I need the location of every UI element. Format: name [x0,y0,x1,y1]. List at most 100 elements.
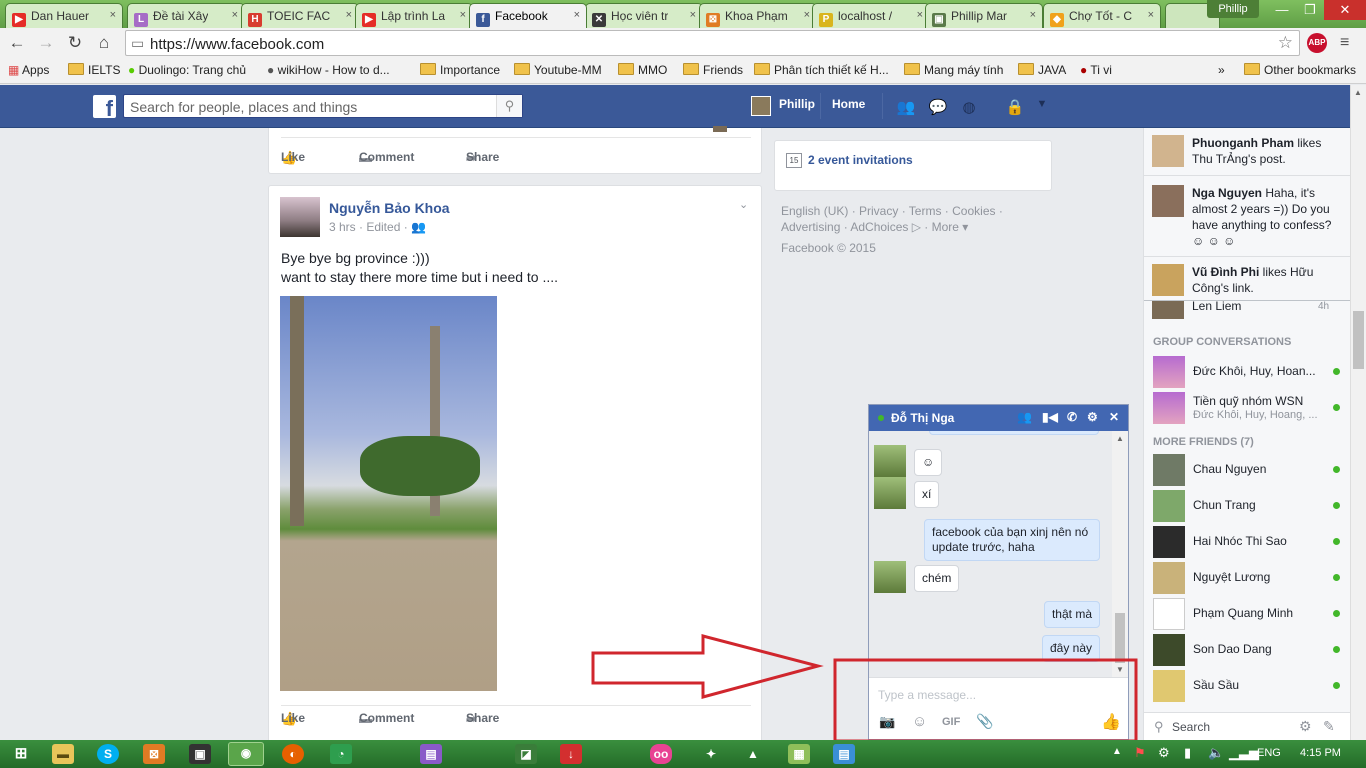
profile-button[interactable]: Phillip [1207,0,1259,18]
post-timestamp[interactable]: 3 hrs · Edited · [329,220,408,234]
phone-icon[interactable]: ✆ [1067,410,1077,424]
privacy-lock-icon[interactable]: 🔒 [1005,98,1025,116]
event-invitations-link[interactable]: 2 event invitations [808,153,913,167]
user-avatar[interactable] [751,96,771,116]
notepad-icon[interactable]: ▤ [833,744,855,764]
camera-icon[interactable]: 📷 [879,714,895,730]
tab-item[interactable]: L Đề tài Xây × [127,3,245,28]
messages-icon[interactable]: 💬 [928,98,948,116]
adblock-plus-icon[interactable]: ABP [1307,33,1327,53]
tab-item[interactable]: ▶ Lập trình La × [355,3,473,28]
tab-item[interactable]: Plocalhost / × [812,3,930,28]
clock[interactable]: 4:15 PM [1300,747,1341,759]
show-hidden-icons[interactable]: ▲ [1112,746,1122,757]
like-thumbs-up-icon[interactable]: 👍 [1101,712,1121,732]
bookmarks-overflow-icon[interactable]: » [1218,63,1225,77]
other-bookmarks-folder[interactable]: Other bookmarks [1244,63,1356,77]
close-window-icon[interactable]: ✕ [1324,0,1366,20]
group-item[interactable]: Đức Khôi, Huy, Hoan... [1153,356,1343,388]
search-icon[interactable]: ⚲ [496,95,522,117]
group-item[interactable]: Tiền quỹ nhóm WSN Đức Khôi, Huy, Hoang, … [1153,392,1343,424]
attachment-icon[interactable]: 📎 [976,713,993,730]
post-options-chevron-down-icon[interactable]: ⌄ [739,198,748,211]
ticker-item[interactable]: Vũ Đình Phi likes Hữu Công's link. [1152,264,1344,300]
bookmark-item[interactable]: IELTS [68,63,120,77]
bookmark-item[interactable]: Phân tích thiết kế H... [754,63,889,77]
xampp-icon[interactable]: ⊠ [143,744,165,764]
friend-item[interactable]: Chun Trang [1153,490,1343,522]
file-explorer-icon[interactable]: ▬ [52,744,74,764]
home-icon[interactable]: ⌂ [93,33,115,53]
signal-icon[interactable]: ▁▃▅ [1229,745,1259,761]
tab-close-icon[interactable]: × [690,9,696,21]
scroll-thumb[interactable] [1115,613,1125,663]
skype-icon[interactable]: S [97,744,119,764]
facebook-search-input[interactable]: Search for people, places and things ⚲ [123,94,523,118]
bookmark-item[interactable]: ● Duolingo: Trang chủ [128,63,246,77]
tab-close-icon[interactable]: × [1030,9,1036,21]
friend-item[interactable]: Nguyệt Lương [1153,562,1343,594]
friend-item[interactable]: Sầu Sầu [1153,670,1343,702]
compose-icon[interactable]: ✎ [1323,718,1335,735]
tab-close-icon[interactable]: × [232,9,238,21]
bookmark-item[interactable]: ▦ Apps [8,63,49,77]
app-icon[interactable]: ▤ [420,744,442,764]
address-bar[interactable]: ▭ https://www.facebook.com ☆ [125,30,1300,56]
bookmark-item[interactable]: MMO [618,63,667,77]
footer-links[interactable]: English (UK) · Privacy · Terms · Cookies… [781,204,1003,218]
footer-links[interactable]: Advertising · AdChoices ▷ · More ▾ [781,220,968,234]
message-input[interactable]: Type a message... [878,688,976,702]
audience-friends-icon[interactable]: 👥 [411,220,426,234]
app-icon[interactable]: ◔ [330,744,352,764]
app-icon[interactable]: oo [650,744,672,764]
forward-icon[interactable]: → [35,33,57,53]
scroll-up-icon[interactable]: ▲ [1116,434,1124,443]
battery-icon[interactable]: ▮ [1184,745,1191,761]
post-author[interactable]: Nguyễn Bảo Khoa [329,200,450,216]
gear-icon[interactable]: ⚙ [1087,410,1098,424]
tab-item[interactable]: ✕ Học viên tr × [585,3,703,28]
scroll-down-icon[interactable]: ▼ [1116,665,1124,674]
gif-button[interactable]: GIF [942,716,960,728]
close-icon[interactable]: ✕ [1109,410,1119,424]
bookmark-item[interactable]: JAVA [1018,63,1066,77]
ticker-item[interactable]: Nga Nguyen Haha, it's almost 2 years =))… [1152,185,1344,255]
facebook-logo-icon[interactable]: f [93,95,116,121]
bookmark-item[interactable]: Importance [420,63,500,77]
tab-close-icon[interactable]: × [346,9,352,21]
chrome-taskbar-icon[interactable]: ◉ [228,742,264,766]
tab-item[interactable]: ◆ Chợ Tốt - C × [1043,3,1161,28]
sidebar-search-input[interactable]: Search [1172,720,1210,734]
tab-item[interactable]: H TOEIC FAC × [241,3,359,28]
emoji-icon[interactable]: ☺ [912,713,927,730]
bookmark-item[interactable]: Friends [683,63,743,77]
friend-item[interactable]: Phạm Quang Minh [1153,598,1343,630]
download-icon[interactable]: ↓ [560,744,582,764]
bookmark-item[interactable]: ● wikiHow - How to d... [267,63,390,77]
bookmark-item[interactable]: Youtube-MM [514,63,602,77]
home-link[interactable]: Home [832,97,865,111]
profile-link[interactable]: Phillip [779,97,815,111]
app-icon[interactable]: ◪ [515,744,537,764]
tab-close-icon[interactable]: × [460,9,466,21]
reload-icon[interactable]: ↻ [64,33,86,53]
network-icon[interactable]: ⚙ [1158,745,1170,761]
friend-item[interactable]: Hai Nhóc Thi Sao [1153,526,1343,558]
minimize-icon[interactable]: — [1268,0,1296,20]
friend-item[interactable]: Chau Nguyen [1153,454,1343,486]
gear-icon[interactable]: ⚙ [1299,718,1312,735]
back-icon[interactable]: ← [6,33,28,53]
bookmark-item[interactable]: ● Ti vi [1080,63,1112,77]
tab-item[interactable]: ▣ Phillip Mar × [925,3,1043,28]
tab-close-icon[interactable]: × [1148,9,1154,21]
firefox-icon[interactable]: ◐ [282,744,304,764]
scroll-up-icon[interactable]: ▲ [1354,88,1362,97]
chat-contact-name[interactable]: Đỗ Thị Nga [891,411,954,425]
bookmark-item[interactable]: Mang máy tính [904,63,1003,77]
post-photo[interactable] [280,296,497,691]
tab-close-icon[interactable]: × [110,9,116,21]
tray-flag-icon[interactable]: ⚑ [1134,745,1146,761]
tab-item[interactable]: ▶ Dan Hauer × [5,3,123,28]
maximize-icon[interactable]: ❐ [1296,0,1324,20]
language-indicator[interactable]: ENG [1257,747,1281,759]
